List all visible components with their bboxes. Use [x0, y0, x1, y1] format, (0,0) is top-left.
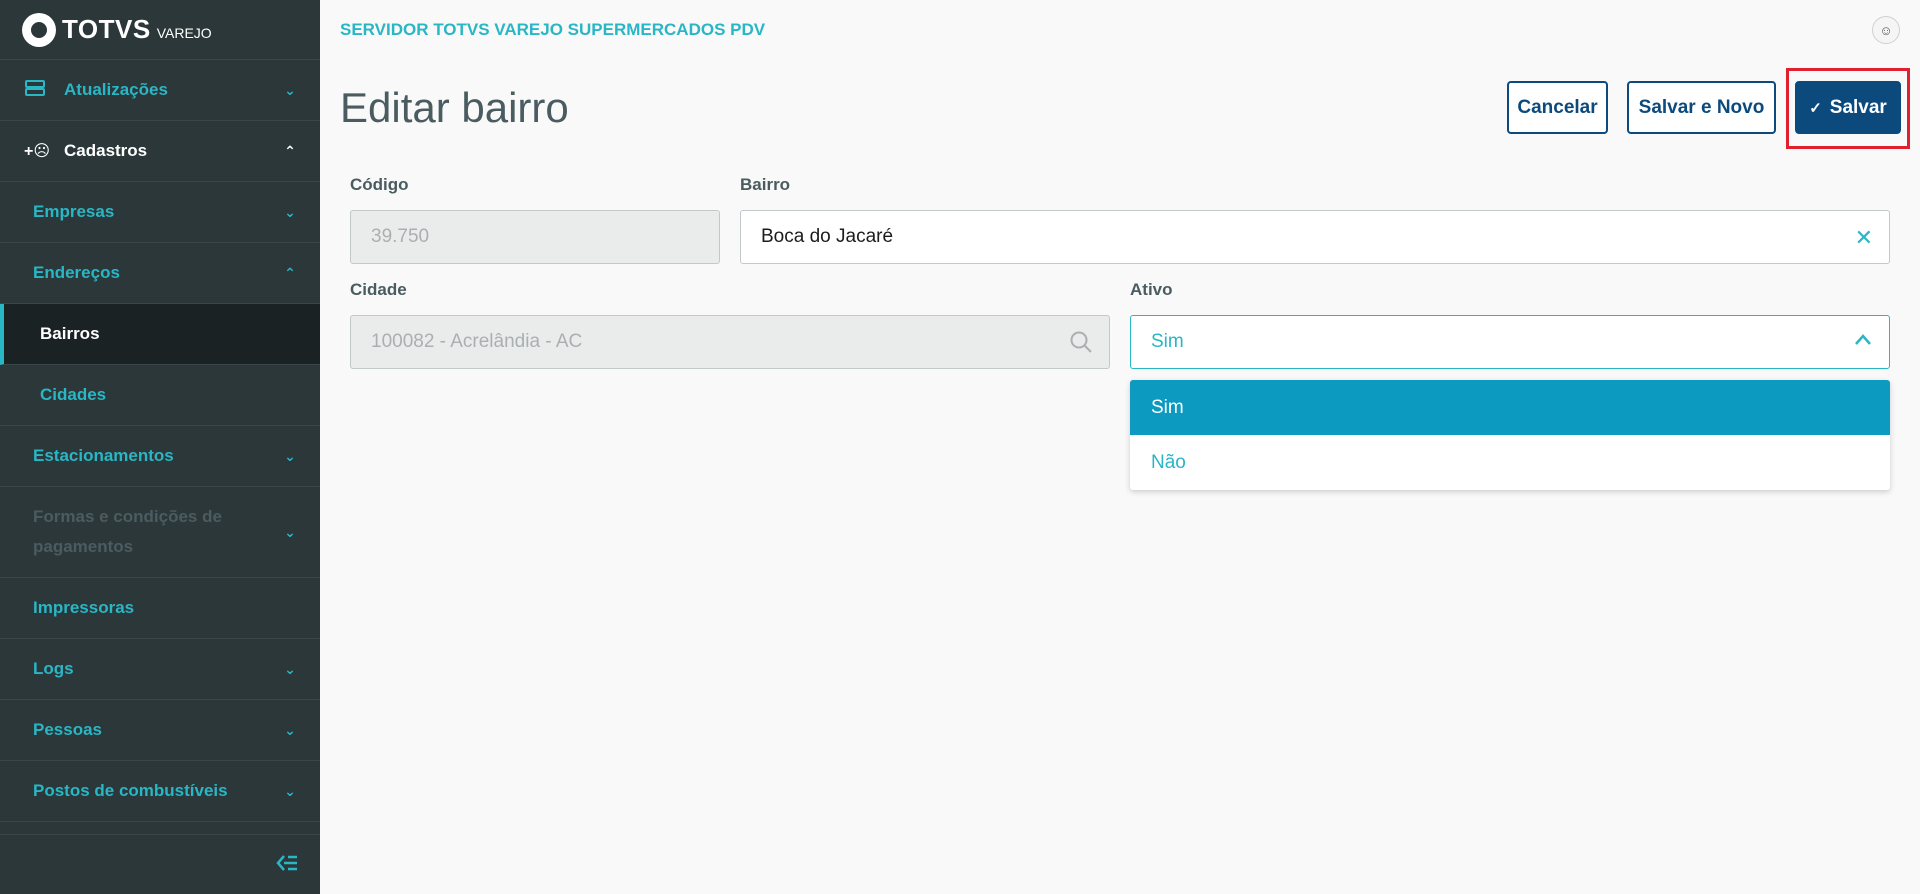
option-sim[interactable]: Sim [1130, 380, 1890, 435]
codigo-label: Código [350, 175, 409, 194]
chevron-down-icon: ⌄ [284, 660, 296, 677]
sidebar-item-cadastros[interactable]: +☹ Cadastros ⌃ [0, 121, 320, 182]
codigo-value: 39.750 [371, 226, 430, 247]
chevron-up-icon: ⌃ [284, 142, 296, 159]
sidebar-item-enderecos[interactable]: Endereços ⌃ [0, 243, 320, 304]
ativo-value: Sim [1151, 331, 1184, 352]
sidebar-item-atualizacoes[interactable]: Atualizações ⌄ [0, 60, 320, 121]
sidebar-item-bairros[interactable]: Bairros [0, 304, 320, 365]
option-nao[interactable]: Não [1130, 435, 1890, 490]
bairro-field[interactable]: Boca do Jacaré ✕ [740, 210, 1890, 264]
logo: TOTVS VAREJO [0, 0, 320, 60]
add-user-icon: +☹ [24, 143, 51, 160]
totvs-logo-icon [22, 12, 56, 47]
user-avatar-icon[interactable]: ☺ [1872, 16, 1900, 44]
sidebar: TOTVS VAREJO Atualizações ⌄ +☹ Cadastros… [0, 0, 320, 894]
header: SERVIDOR TOTVS VAREJO SUPERMERCADOS PDV … [320, 0, 1920, 60]
chevron-up-icon [1853, 330, 1873, 356]
search-icon [1069, 330, 1093, 360]
ativo-dropdown: Sim Não [1130, 380, 1890, 490]
bairro-label: Bairro [740, 175, 791, 194]
page-title: Editar bairro [340, 84, 569, 131]
sidebar-item-logs[interactable]: Logs ⌄ [0, 639, 320, 700]
bairro-value: Boca do Jacaré [761, 226, 894, 247]
cidade-label: Cidade [350, 280, 407, 299]
server-title: SERVIDOR TOTVS VAREJO SUPERMERCADOS PDV [340, 20, 766, 39]
clear-icon[interactable]: ✕ [1855, 225, 1873, 251]
sidebar-item-label: Cadastros [64, 141, 148, 160]
sidebar-item-label: Logs [33, 659, 74, 678]
highlight-box [1786, 68, 1910, 149]
collapse-menu-icon [276, 851, 298, 879]
sidebar-item-label: Formas e condições de pagamentos [33, 507, 222, 556]
chevron-down-icon: ⌄ [284, 81, 296, 98]
sidebar-item-label: Endereços [33, 263, 120, 282]
chevron-down-icon: ⌄ [284, 523, 296, 540]
ativo-label: Ativo [1130, 280, 1173, 299]
chevron-down-icon: ⌄ [284, 447, 296, 464]
chevron-down-icon: ⌄ [284, 782, 296, 799]
logo-text: TOTVS [62, 14, 151, 44]
logo-subtext: VAREJO [156, 24, 212, 41]
cancel-button[interactable]: Cancelar [1507, 81, 1608, 134]
collapse-menu-button[interactable] [0, 834, 320, 894]
sidebar-item-impressoras[interactable]: Impressoras [0, 578, 320, 639]
cidade-value: 100082 - Acrelândia - AC [371, 331, 583, 352]
chevron-down-icon: ⌄ [284, 203, 296, 220]
sidebar-item-pessoas[interactable]: Pessoas ⌄ [0, 700, 320, 761]
chevron-down-icon: ⌄ [284, 721, 296, 738]
cidade-field: 100082 - Acrelândia - AC [350, 315, 1110, 369]
sidebar-item-label: Cidades [40, 385, 107, 404]
sidebar-item-label: Empresas [33, 202, 115, 221]
sidebar-item-label: Atualizações [64, 80, 168, 99]
ativo-select[interactable]: Sim [1130, 315, 1890, 369]
sidebar-item-label: Pessoas [33, 720, 102, 739]
sidebar-item-label: Bairros [40, 324, 100, 343]
sidebar-item-label: Estacionamentos [33, 446, 174, 465]
sidebar-item-empresas[interactable]: Empresas ⌄ [0, 182, 320, 243]
sidebar-item-formas-pagamento[interactable]: Formas e condições de pagamentos ⌄ [0, 487, 320, 578]
sidebar-item-label: Impressoras [33, 598, 135, 617]
sidebar-item-estacionamentos[interactable]: Estacionamentos ⌄ [0, 426, 320, 487]
chevron-up-icon: ⌃ [284, 264, 296, 281]
sidebar-item-postos-combustiveis[interactable]: Postos de combustíveis ⌄ [0, 761, 320, 822]
sidebar-item-label: Postos de combustíveis [33, 781, 228, 800]
sidebar-item-cidades[interactable]: Cidades [0, 365, 320, 426]
save-and-new-button[interactable]: Salvar e Novo [1627, 81, 1776, 134]
codigo-field: 39.750 [350, 210, 720, 264]
server-icon [24, 79, 46, 101]
